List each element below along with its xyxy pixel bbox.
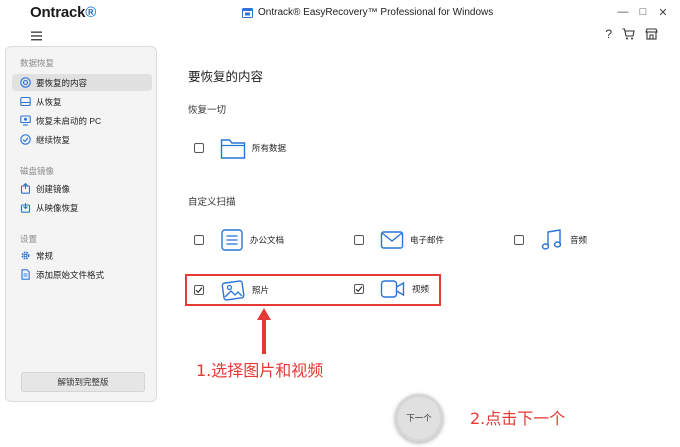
all-data-label: 所有数据: [252, 143, 287, 153]
app-window: Ontrack® Ontrack® EasyRecovery™ Professi…: [0, 0, 680, 447]
next-button[interactable]: 下一个: [395, 394, 443, 442]
sidebar-item-label: 从映像恢复: [36, 202, 79, 213]
option-email[interactable]: 电子邮件: [354, 228, 444, 252]
resume-icon: [20, 134, 31, 145]
target-icon: [20, 77, 31, 88]
audio-label: 音频: [570, 235, 588, 245]
store-icon[interactable]: [645, 28, 658, 40]
title-bar: Ontrack® Ontrack® EasyRecovery™ Professi…: [0, 0, 680, 26]
window-title: Ontrack® EasyRecovery™ Professional for …: [242, 7, 493, 18]
selection-highlight-box: [185, 274, 441, 306]
all-data-checkbox[interactable]: [194, 143, 204, 153]
sidebar-item-label: 添加原始文件格式: [36, 269, 105, 280]
sidebar-item-unbootable-pc[interactable]: 恢复未启动的 PC: [12, 112, 152, 129]
sidebar-item-label: 继续恢复: [36, 134, 71, 145]
office-documents-label: 办公文档: [250, 235, 285, 245]
folder-icon: [220, 139, 246, 159]
brand-name: Ontrack: [30, 4, 86, 21]
email-label: 电子邮件: [410, 235, 445, 245]
sidebar-item-general[interactable]: 常规: [12, 247, 152, 264]
music-icon: [541, 229, 562, 250]
annotation-arrow-icon: [257, 308, 271, 354]
maximize-button[interactable]: □: [634, 6, 652, 18]
section-label-recovery: 数据恢复: [20, 58, 55, 68]
cart-icon[interactable]: [622, 28, 635, 40]
restore-image-icon: [20, 203, 31, 213]
gear-icon: [21, 251, 30, 260]
create-image-icon: [20, 183, 31, 194]
unlock-full-version-button[interactable]: 解锁到完整版: [21, 372, 145, 392]
sidebar-item-resume-recovery[interactable]: 继续恢复: [12, 131, 152, 148]
sidebar-item-label: 恢复未启动的 PC: [36, 115, 102, 126]
sidebar-item-label: 创建镜像: [36, 183, 71, 194]
sidebar-item-recover-from[interactable]: 从恢复: [12, 93, 152, 110]
page-title: 要恢复的内容: [188, 70, 264, 84]
annotation-step-2: 2.点击下一个: [470, 409, 566, 428]
window-title-text: Ontrack® EasyRecovery™ Professional for …: [258, 7, 494, 18]
sidebar-item-label: 常规: [36, 250, 54, 261]
sidebar: 数据恢复 要恢复的内容 从恢复 恢复未启动的 PC 继续恢复 磁盘镜像 创建镜像…: [5, 46, 157, 402]
sidebar-item-label: 从恢复: [36, 96, 62, 107]
section-custom-scan: 自定义扫描: [188, 197, 236, 208]
option-all-data[interactable]: 所有数据: [194, 136, 286, 160]
option-audio[interactable]: 音频: [514, 228, 587, 252]
add-file-icon: [21, 269, 30, 280]
section-label-settings: 设置: [20, 234, 38, 244]
email-checkbox[interactable]: [354, 235, 364, 245]
sidebar-item-label: 要恢复的内容: [36, 77, 88, 88]
minimize-button[interactable]: —: [614, 6, 632, 18]
audio-checkbox[interactable]: [514, 235, 524, 245]
pc-icon: [20, 115, 31, 126]
mail-icon: [380, 231, 404, 249]
sidebar-item-create-image[interactable]: 创建镜像: [12, 180, 152, 197]
toolbar: ?: [0, 26, 680, 46]
option-office-documents[interactable]: 办公文档: [194, 228, 284, 252]
app-icon: [242, 8, 253, 18]
sidebar-item-restore-from-image[interactable]: 从映像恢复: [12, 199, 152, 216]
section-label-disk-image: 磁盘镜像: [20, 166, 55, 176]
office-documents-checkbox[interactable]: [194, 235, 204, 245]
sidebar-item-add-raw-format[interactable]: 添加原始文件格式: [12, 266, 152, 283]
help-button[interactable]: ?: [605, 27, 612, 41]
section-recover-all: 恢复一切: [188, 105, 227, 116]
annotation-step-1: 1.选择图片和视频: [196, 361, 324, 380]
brand-mark: ®: [85, 4, 97, 21]
close-button[interactable]: ✕: [654, 6, 672, 19]
hamburger-icon: [31, 31, 42, 41]
drive-icon: [20, 96, 31, 107]
document-icon: [221, 229, 243, 251]
brand-logo: Ontrack®: [30, 4, 96, 21]
menu-button[interactable]: [31, 28, 43, 46]
toolbar-icons: ?: [605, 27, 658, 41]
sidebar-item-what-to-recover[interactable]: 要恢复的内容: [12, 74, 152, 91]
